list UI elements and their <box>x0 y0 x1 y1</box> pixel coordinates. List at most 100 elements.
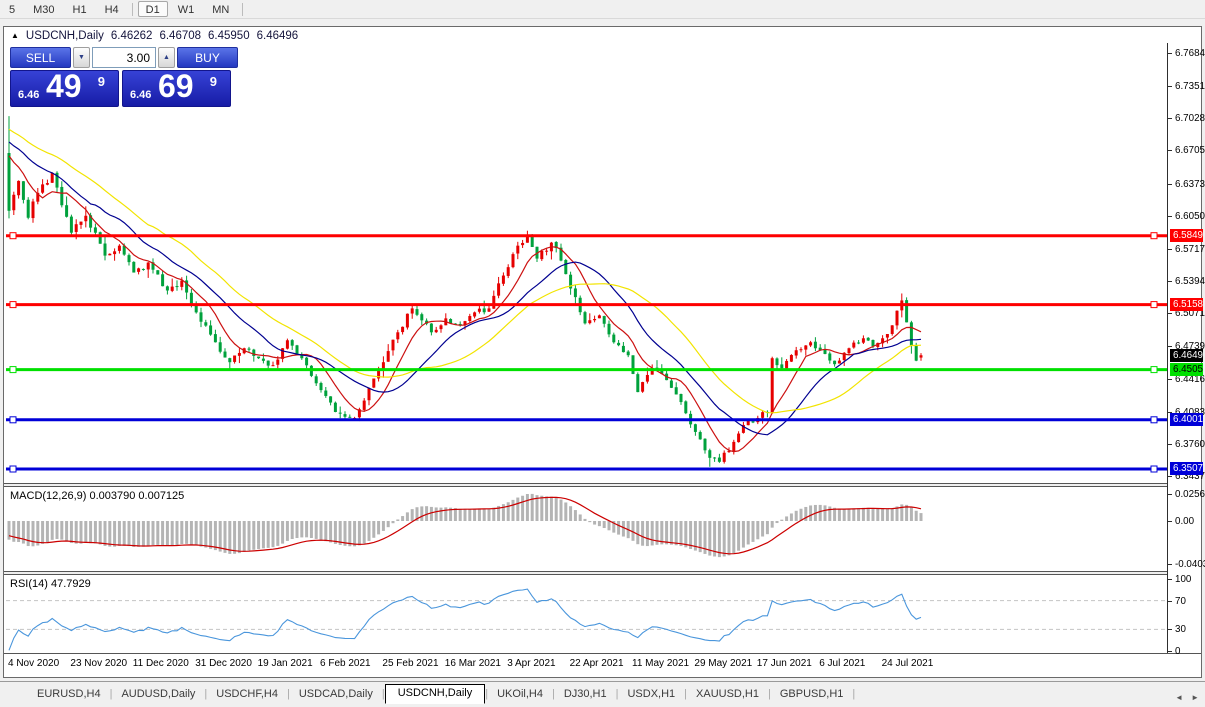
volume-increase-button[interactable]: ▲ <box>158 47 175 68</box>
macd-tick-label: -0.04038 <box>1175 559 1205 570</box>
price-tick <box>1168 118 1172 119</box>
macd-bar <box>444 507 447 521</box>
macd-bar <box>209 521 212 549</box>
date-label: 19 Jan 2021 <box>258 658 313 669</box>
macd-bar <box>454 508 457 521</box>
bear-candle <box>334 403 337 412</box>
bear-candle <box>675 387 678 394</box>
macd-bar <box>41 521 44 544</box>
tab-eurusd-h4[interactable]: EURUSD,H4 <box>28 685 110 704</box>
tab-dj30-h1[interactable]: DJ30,H1 <box>555 685 616 704</box>
macd-pane-splitter[interactable] <box>4 483 1201 487</box>
sell-price-box[interactable]: 6.46 49 9 <box>10 70 119 107</box>
bear-candle <box>684 401 687 413</box>
level-line-6.58499[interactable] <box>6 233 1167 239</box>
buy-price-box[interactable]: 6.46 69 9 <box>122 70 231 107</box>
rsi-tick-label: 0 <box>1175 646 1180 657</box>
rsi-pane-splitter[interactable] <box>4 571 1201 575</box>
tab-audusd-daily[interactable]: AUDUSD,Daily <box>112 685 204 704</box>
macd-bar <box>89 521 92 543</box>
bear-candle <box>608 324 611 335</box>
bear-candle <box>329 396 332 402</box>
buy-button[interactable]: BUY <box>177 47 238 68</box>
price-tick-label: 6.73515 <box>1175 81 1205 92</box>
bear-candle <box>324 391 327 396</box>
macd-bar <box>891 508 894 521</box>
macd-bar <box>224 521 227 553</box>
volume-input[interactable] <box>92 47 156 68</box>
macd-bar <box>569 506 572 521</box>
bull-candle <box>435 330 438 332</box>
chart-title-row: ▲ USDCNH,Daily 6.46262 6.46708 6.45950 6… <box>11 28 298 43</box>
price-tick <box>1168 476 1172 477</box>
tab-usdchf-h4[interactable]: USDCHF,H4 <box>207 685 287 704</box>
bear-candle <box>584 312 587 323</box>
bull-candle <box>46 183 49 185</box>
tab-scroll-right-icon[interactable]: ► <box>1191 693 1199 702</box>
bear-candle <box>416 309 419 315</box>
bull-candle <box>545 251 548 252</box>
timeframe-button-h1[interactable]: H1 <box>65 1 95 17</box>
bear-candle <box>94 227 97 232</box>
rsi-tick-label: 100 <box>1175 574 1191 585</box>
bear-candle <box>315 376 318 383</box>
macd-bar <box>483 509 486 521</box>
macd-bar <box>272 521 275 547</box>
tab-ukoil-h4[interactable]: UKOil,H4 <box>488 685 552 704</box>
level-line-6.35078[interactable] <box>6 466 1167 472</box>
date-label: 23 Nov 2020 <box>70 658 127 669</box>
macd-bar <box>180 521 183 544</box>
macd-bar <box>478 508 481 521</box>
level-line-6.45059[interactable] <box>6 367 1167 373</box>
macd-bar <box>766 521 769 534</box>
date-label: 6 Jul 2021 <box>819 658 865 669</box>
bull-candle <box>737 434 740 443</box>
price-tick-label: 6.70285 <box>1175 113 1205 124</box>
bear-candle <box>190 293 193 305</box>
tab-gbpusd-h1[interactable]: GBPUSD,H1 <box>771 685 853 704</box>
tab-usdx-h1[interactable]: USDX,H1 <box>618 685 684 704</box>
volume-decrease-button[interactable]: ▼ <box>73 47 90 68</box>
timeframe-button-5[interactable]: 5 <box>1 1 23 17</box>
bear-candle <box>27 200 30 218</box>
bull-candle <box>809 342 812 345</box>
price-tick <box>1168 86 1172 87</box>
macd-bar <box>761 521 764 537</box>
level-line-6.51582[interactable] <box>6 302 1167 308</box>
bull-candle <box>113 251 116 254</box>
macd-bar <box>70 521 73 543</box>
bull-candle <box>286 340 289 348</box>
date-axis-line <box>4 653 1201 654</box>
bear-candle <box>132 262 135 273</box>
rsi-tick <box>1168 651 1172 652</box>
macd-bar <box>468 509 471 521</box>
bear-candle <box>814 342 817 349</box>
sell-button[interactable]: SELL <box>10 47 71 68</box>
price-tick <box>1168 346 1172 347</box>
timeframe-button-m30[interactable]: M30 <box>25 1 62 17</box>
level-line-6.40019[interactable] <box>6 417 1167 423</box>
bull-candle <box>137 268 140 272</box>
timeframe-button-d1[interactable]: D1 <box>138 1 168 17</box>
macd-bar <box>459 509 462 521</box>
bear-candle <box>99 232 102 244</box>
bear-candle <box>228 358 231 362</box>
collapse-ohlc-icon[interactable]: ▲ <box>11 31 19 40</box>
bear-candle <box>252 350 255 356</box>
timeframe-button-mn[interactable]: MN <box>204 1 237 17</box>
macd-tick <box>1168 521 1172 522</box>
tab-scroll-left-icon[interactable]: ◄ <box>1175 693 1183 702</box>
tab-usdcnh-daily[interactable]: USDCNH,Daily <box>385 684 486 704</box>
bull-candle <box>12 195 15 210</box>
macd-tick <box>1168 564 1172 565</box>
macd-bar <box>382 521 385 531</box>
price-axis[interactable]: 6.768406.735156.702856.670556.637306.605… <box>1167 43 1201 653</box>
timeframe-button-h4[interactable]: H4 <box>97 1 127 17</box>
bull-candle <box>468 316 471 321</box>
timeframe-button-w1[interactable]: W1 <box>170 1 203 17</box>
bull-candle <box>41 184 44 192</box>
tab-xauusd-h1[interactable]: XAUUSD,H1 <box>687 685 768 704</box>
tab-usdcad-daily[interactable]: USDCAD,Daily <box>290 685 382 704</box>
macd-bar <box>267 521 270 548</box>
bear-candle <box>564 260 567 274</box>
